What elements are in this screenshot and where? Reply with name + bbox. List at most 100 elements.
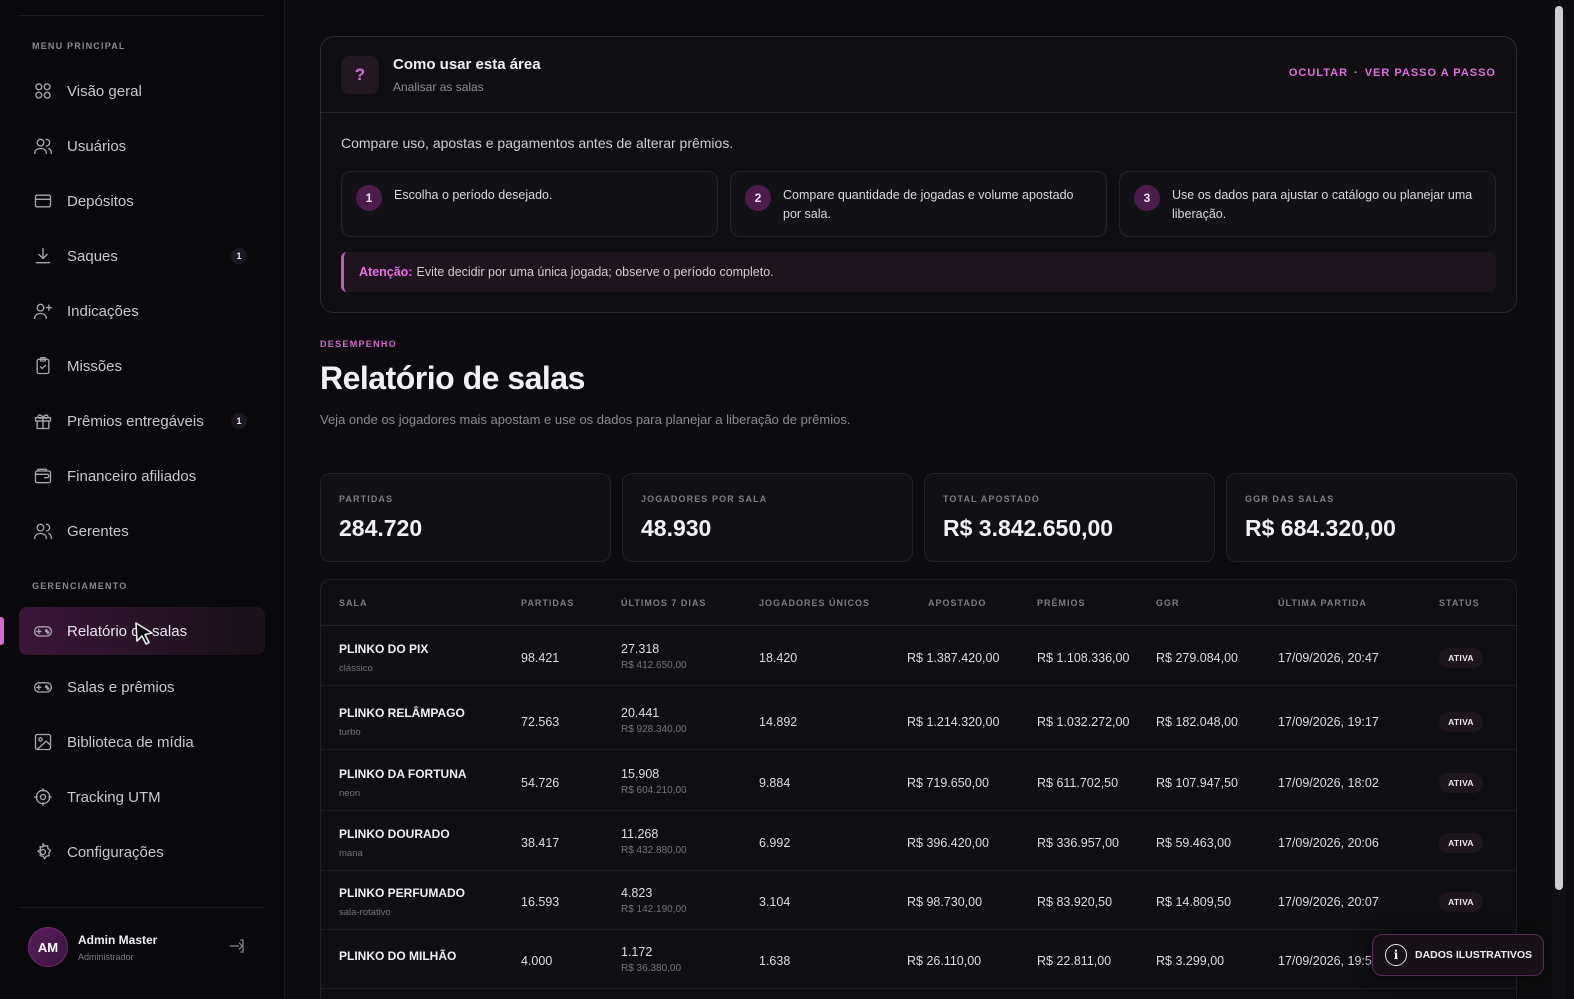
sidebar-item-users[interactable]: Usuários — [19, 122, 265, 170]
sidebar-item-settings[interactable]: Configurações — [19, 828, 265, 876]
column-header[interactable]: APOSTADO — [928, 598, 986, 608]
separator: · — [1354, 67, 1359, 79]
users-icon — [33, 136, 53, 156]
help-title: Como usar esta área — [393, 56, 541, 73]
room-mode: neon — [339, 788, 361, 799]
prizes-cell: R$ 83.920,50 — [1037, 895, 1113, 909]
matches-cell: 4.000 — [521, 954, 553, 968]
card-icon — [33, 191, 53, 211]
sidebar-item-missions[interactable]: Missões — [19, 342, 265, 390]
bet-cell: R$ 396.420,00 — [907, 836, 990, 850]
sidebar-item-deposits[interactable]: Depósitos — [19, 177, 265, 225]
section-label-main: MENU PRINCIPAL — [32, 41, 126, 51]
column-header[interactable]: SALA — [339, 598, 368, 608]
page-title: Relatório de salas — [320, 360, 585, 396]
players-cell: 14.892 — [759, 715, 798, 729]
hide-button[interactable]: OCULTAR — [1289, 67, 1348, 79]
step-card: 1 Escolha o período desejado. — [341, 171, 718, 237]
prizes-cell: R$ 336.957,00 — [1037, 836, 1120, 850]
last-match-cell: 17/09/2026, 18:02 — [1278, 776, 1379, 790]
step-number: 2 — [745, 185, 771, 211]
info-icon: i — [1385, 944, 1407, 966]
column-header[interactable]: JOGADORES ÚNICOS — [759, 598, 870, 608]
column-header[interactable]: ÚLTIMA PARTIDA — [1278, 598, 1367, 608]
prizes-cell: R$ 22.811,00 — [1037, 954, 1112, 968]
status-badge: ATIVA — [1439, 892, 1483, 912]
step-card: 3 Use os dados para ajustar o catálogo o… — [1119, 171, 1496, 237]
last7-count: 15.908 — [621, 767, 660, 781]
room-mode: clássico — [339, 663, 373, 674]
warning-text: Evite decidir por uma única jogada; obse… — [416, 265, 774, 279]
sidebar-item-overview[interactable]: Visão geral — [19, 67, 265, 115]
last7-amount: R$ 604.210,00 — [621, 785, 687, 796]
sidebar-item-media-library[interactable]: Biblioteca de mídia — [19, 718, 265, 766]
user-role: Administrador — [78, 951, 134, 962]
divider — [18, 907, 264, 908]
step-text: Use os dados para ajustar o catálogo ou … — [1172, 188, 1473, 221]
help-subtitle: Analisar as salas — [393, 80, 484, 94]
sidebar-item-referrals[interactable]: Indicações — [19, 287, 265, 335]
kpi-label: GGR DAS SALAS — [1245, 494, 1335, 504]
step-text: Escolha o período desejado. — [394, 188, 553, 202]
column-header[interactable]: GGR — [1156, 598, 1180, 608]
logout-icon[interactable] — [228, 937, 248, 957]
help-intro: Compare uso, apostas e pagamentos antes … — [341, 135, 734, 151]
sidebar-item-label: Biblioteca de mídia — [67, 733, 194, 751]
scrollbar-thumb[interactable] — [1555, 6, 1563, 890]
table-row[interactable]: PLINKO DA FORTUNA neon 54.726 15.908 R$ 60… — [321, 751, 1516, 811]
room-name: PLINKO DO PIX — [339, 642, 429, 656]
step-card: 2 Compare quantidade de jogadas e volume… — [730, 171, 1107, 237]
avatar: AM — [28, 927, 68, 967]
room-name: PLINKO DO MILHÃO — [339, 949, 457, 963]
step-number: 1 — [356, 185, 382, 211]
last-match-cell: 17/09/2026, 19:51 — [1278, 954, 1379, 968]
table-row[interactable]: PLINKO PERFUMADO sala-rotativo 16.593 4.8… — [321, 870, 1516, 930]
table-row[interactable]: PLINKO DOURADO mana 38.417 11.268 R$ 432.8… — [321, 811, 1516, 871]
gift-icon — [33, 411, 53, 431]
sidebar-item-label: Relatório de salas — [67, 622, 188, 640]
last7-amount: R$ 142.190,00 — [621, 904, 687, 915]
view-steps-button[interactable]: VER PASSO A PASSO — [1365, 67, 1496, 79]
sidebar-item-prizes[interactable]: Prêmios entregáveis 1 — [19, 397, 265, 445]
players-cell: 3.104 — [759, 895, 791, 909]
sidebar-item-rooms-prizes[interactable]: Salas e prêmios — [19, 663, 265, 711]
column-header[interactable]: PARTIDAS — [521, 598, 574, 608]
sidebar-item-tracking-utm[interactable]: Tracking UTM — [19, 773, 265, 821]
clipboard-icon — [33, 356, 53, 376]
kpi-value: R$ 3.842.650,00 — [943, 515, 1114, 541]
prizes-cell: R$ 611.702,50 — [1037, 776, 1119, 790]
last7-count: 4.823 — [621, 886, 653, 900]
table-row[interactable]: PLINKO DO PIX clássico 98.421 27.318 R$ 41… — [321, 626, 1516, 686]
section-eyebrow: DESEMPENHO — [320, 339, 398, 349]
matches-cell: 72.563 — [521, 715, 560, 729]
sidebar-item-label: Gerentes — [67, 522, 129, 540]
kpi-label: TOTAL APOSTADO — [943, 494, 1040, 504]
status-badge: ATIVA — [1439, 648, 1483, 668]
sidebar-item-label: Visão geral — [67, 82, 142, 100]
column-header[interactable]: ÚLTIMOS 7 DIAS — [621, 598, 706, 608]
sidebar-item-managers[interactable]: Gerentes — [19, 507, 265, 555]
illustrative-data-button[interactable]: i DADOS ILUSTRATIVOS — [1372, 934, 1544, 976]
matches-cell: 16.593 — [521, 895, 560, 909]
sidebar-item-label: Usuários — [67, 137, 127, 155]
sidebar-item-label: Tracking UTM — [67, 788, 161, 806]
sidebar-item-label: Missões — [67, 357, 123, 375]
grid-icon — [33, 81, 53, 101]
last7-count: 11.268 — [621, 827, 659, 841]
main-content: ? Como usar esta área Analisar as salas … — [285, 0, 1574, 999]
last-match-cell: 17/09/2026, 20:06 — [1278, 836, 1379, 850]
kpi-card-ggr: GGR DAS SALAS R$ 684.320,00 — [1226, 473, 1517, 562]
user-plus-icon — [33, 301, 53, 321]
column-header[interactable]: STATUS — [1439, 598, 1480, 608]
players-cell: 1.638 — [759, 954, 791, 968]
step-number: 3 — [1134, 185, 1160, 211]
prizes-cell: R$ 1.108.336,00 — [1037, 651, 1130, 665]
table-row[interactable]: PLINKO RELÂMPAGO turbo 72.563 20.441 R$ 92… — [321, 690, 1516, 750]
sidebar-item-affiliate-finance[interactable]: Financeiro afiliados — [19, 452, 265, 500]
scrollbar[interactable] — [1552, 0, 1566, 999]
column-header[interactable]: PRÊMIOS — [1037, 598, 1086, 608]
warning-label: Atenção: — [359, 265, 413, 279]
table-row[interactable]: PLINKO DO MILHÃO 4.000 1.172 R$ 36.380,00… — [321, 929, 1516, 989]
sidebar-item-withdrawals[interactable]: Saques 1 — [19, 232, 265, 280]
ggr-cell: R$ 182.048,00 — [1156, 715, 1239, 729]
